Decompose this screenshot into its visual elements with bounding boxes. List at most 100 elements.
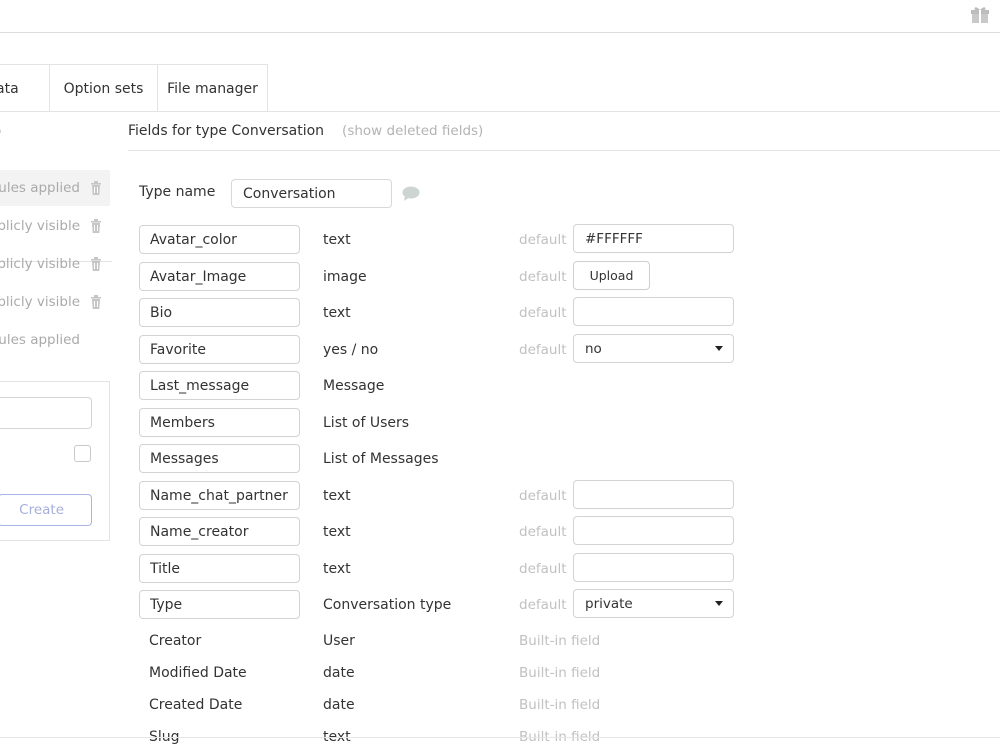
privacy-status: rules applied [0, 180, 80, 196]
data-type-row[interactable]: ublicly visible [0, 284, 110, 320]
field-row: Bio text default [139, 297, 739, 327]
field-name-input[interactable]: Favorite [139, 335, 300, 364]
default-value-dropdown[interactable]: private [573, 589, 734, 618]
default-label: default [519, 596, 567, 613]
field-type: text [323, 231, 351, 248]
new-type-box: Create [0, 381, 110, 541]
data-type-row[interactable]: rules applied [0, 170, 110, 206]
trash-icon[interactable] [90, 181, 102, 195]
field-type: text [323, 487, 351, 504]
tab-option-sets[interactable]: Option sets [50, 64, 158, 112]
top-bar [0, 0, 1000, 33]
private-checkbox[interactable] [74, 445, 91, 462]
builtin-field-type: date [323, 664, 355, 681]
builtin-field-row: Modified Date date Built-in field [139, 658, 739, 687]
tab-file-manager[interactable]: File manager [158, 64, 268, 112]
field-name-input[interactable]: Last_message [139, 371, 300, 400]
default-value-input[interactable] [573, 480, 734, 509]
field-name-input[interactable]: Type [139, 590, 300, 619]
field-row: Favorite yes / no default no [139, 334, 739, 364]
builtin-field-note: Built-in field [519, 696, 601, 713]
trash-icon[interactable] [90, 257, 102, 271]
default-value-input[interactable] [573, 297, 734, 326]
type-name-input[interactable]: Conversation [231, 179, 392, 208]
field-type: yes / no [323, 341, 379, 358]
panel-header-fragment: ) [0, 124, 1, 140]
field-row: Avatar_color text default #FFFFFF [139, 224, 739, 254]
field-row: Name_chat_partner text default [139, 480, 739, 510]
show-deleted-fields-link[interactable]: (show deleted fields) [342, 123, 483, 139]
tab-data[interactable]: ata [0, 64, 50, 112]
field-row: Name_creator text default [139, 516, 739, 546]
field-row: Members List of Users [139, 408, 739, 437]
field-name-input[interactable]: Title [139, 554, 300, 583]
fields-header: Fields for type Conversation (show delet… [128, 112, 1000, 151]
field-name-input[interactable]: Avatar_Image [139, 262, 300, 291]
trash-icon[interactable] [90, 295, 102, 309]
default-value-input[interactable] [573, 516, 734, 545]
field-row: Messages List of Messages [139, 444, 739, 473]
default-value-input[interactable] [573, 553, 734, 582]
builtin-field-note: Built-in field [519, 664, 601, 681]
data-type-row[interactable]: ublicly visible [0, 208, 110, 244]
dropdown-selected-value: private [585, 595, 633, 612]
field-row: Type Conversation type default private [139, 589, 739, 619]
default-label: default [519, 268, 567, 285]
builtin-field-name: Modified Date [139, 658, 300, 687]
builtin-field-row: Created Date date Built-in field [139, 690, 739, 719]
field-type: text [323, 523, 351, 540]
new-type-name-input[interactable] [0, 397, 92, 429]
field-name-input[interactable]: Messages [139, 444, 300, 473]
builtin-field-type: date [323, 696, 355, 713]
builtin-field-row: Slug text Built-in field [139, 722, 739, 750]
caret-down-icon [715, 601, 723, 606]
builtin-field-name: Created Date [139, 690, 300, 719]
field-name-input[interactable]: Name_chat_partner [139, 481, 300, 510]
default-value-input[interactable]: #FFFFFF [573, 224, 734, 253]
upload-button[interactable]: Upload [573, 261, 650, 290]
field-type: text [323, 560, 351, 577]
data-type-row[interactable]: rules applied [0, 322, 110, 358]
create-button[interactable]: Create [0, 494, 92, 526]
default-label: default [519, 231, 567, 248]
builtin-field-name: Slug [139, 722, 300, 750]
field-name-input[interactable]: Members [139, 408, 300, 437]
trash-icon[interactable] [90, 219, 102, 233]
gift-icon[interactable] [970, 6, 990, 24]
builtin-field-name: Creator [139, 626, 300, 655]
fields-title: Fields for type Conversation [128, 123, 325, 139]
field-type: List of Messages [323, 450, 439, 467]
field-row: Last_message Message [139, 371, 739, 400]
default-label: default [519, 341, 567, 358]
default-label: default [519, 304, 567, 321]
builtin-field-type: text [323, 728, 351, 745]
editor-tabs: ata Option sets File manager [0, 64, 268, 112]
caret-down-icon [715, 346, 723, 351]
field-name-input[interactable]: Avatar_color [139, 225, 300, 254]
data-type-row[interactable]: ublicly visible [0, 246, 110, 282]
field-name-input[interactable]: Bio [139, 298, 300, 327]
builtin-field-type: User [323, 632, 355, 649]
field-row: Title text default [139, 553, 739, 583]
builtin-field-note: Built-in field [519, 728, 601, 745]
privacy-status: ublicly visible [0, 218, 80, 234]
default-label: default [519, 487, 567, 504]
privacy-status: rules applied [0, 332, 80, 348]
default-value-dropdown[interactable]: no [573, 334, 734, 363]
privacy-status: ublicly visible [0, 256, 80, 272]
field-type: Conversation type [323, 596, 452, 613]
field-type: Message [323, 377, 385, 394]
type-name-label: Type name [139, 184, 216, 200]
field-type: text [323, 304, 351, 321]
privacy-status: ublicly visible [0, 294, 80, 310]
builtin-field-note: Built-in field [519, 632, 601, 649]
default-label: default [519, 523, 567, 540]
field-row: Avatar_Image image default Upload [139, 261, 739, 291]
field-type: image [323, 268, 367, 285]
dropdown-selected-value: no [585, 340, 602, 357]
comment-icon[interactable] [402, 186, 420, 201]
builtin-field-row: Creator User Built-in field [139, 626, 739, 655]
bottom-divider [0, 737, 1000, 738]
default-label: default [519, 560, 567, 577]
field-name-input[interactable]: Name_creator [139, 517, 300, 546]
